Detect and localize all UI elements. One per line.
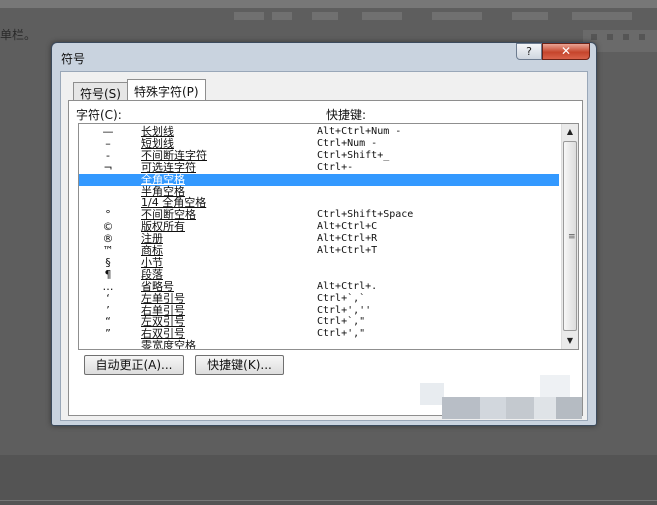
character-shortcut: Ctrl+',"	[317, 328, 366, 340]
background-status-area	[0, 455, 657, 505]
character-glyph: ‘	[106, 291, 110, 305]
tab-symbols[interactable]: 符号(S)	[73, 82, 128, 101]
character-name: 全角空格	[141, 172, 185, 186]
tab-special-characters[interactable]: 特殊字符(P)	[127, 79, 206, 101]
character-glyph: ‑	[106, 148, 110, 162]
list-item[interactable]: ¬ 可选连字符 Ctrl+-	[79, 160, 559, 174]
special-characters-panel: 字符(C): 快捷键: — 长划线 Alt+Ctrl+Num - – 短划线 Ctrl+N…	[68, 100, 583, 416]
scroll-down-arrow-icon[interactable]: ▼	[562, 333, 578, 349]
character-shortcut: Alt+Ctrl+T	[317, 245, 378, 256]
character-glyph: ¬	[103, 160, 113, 174]
shortcut-column-label: 快捷键:	[326, 108, 367, 122]
list-item[interactable]: ¶ 段落	[79, 267, 559, 281]
character-shortcut: Alt+Ctrl+.	[317, 280, 378, 292]
character-name: 左单引号	[141, 291, 185, 305]
shortcut-key-button[interactable]: 快捷键(K)...	[195, 355, 284, 375]
character-shortcut: Ctrl+Shift+Space	[317, 209, 414, 221]
character-shortcut: Ctrl+-	[317, 161, 354, 173]
character-shortcut: Ctrl+Num -	[317, 137, 378, 149]
list-item[interactable]: 零宽度空格	[79, 339, 559, 350]
character-glyph: …	[102, 279, 114, 293]
character-shortcut: Ctrl+`,"	[317, 316, 366, 328]
symbol-dialog: 符号 ? ✕ 符号(S) 特殊字符(P) 字符(C): 快捷键: — 长划线 Alt…	[51, 42, 597, 426]
character-shortcut: Alt+Ctrl+Num -	[317, 126, 402, 137]
pixelated-watermark	[420, 375, 590, 423]
character-shortcut: Ctrl+Shift+_	[317, 149, 390, 161]
character-shortcut: Alt+Ctrl+R	[317, 233, 378, 245]
background-document-text: 单栏。	[0, 28, 37, 42]
list-item[interactable]: ‑ 不间断连字符 Ctrl+Shift+_	[79, 148, 559, 162]
character-name: 不间断连字符	[141, 148, 207, 162]
character-shortcut: Alt+Ctrl+C	[317, 221, 378, 233]
character-name: 零宽度空格	[141, 339, 196, 350]
list-item[interactable]: ‘ 左单引号 Ctrl+`,`	[79, 291, 559, 305]
list-item[interactable]: 全角空格	[79, 172, 559, 186]
help-button[interactable]: ?	[516, 43, 542, 60]
autocorrect-button[interactable]: 自动更正(A)...	[84, 355, 184, 375]
close-button[interactable]: ✕	[542, 43, 590, 60]
character-name: 可选连字符	[141, 160, 196, 174]
character-glyph: ¶	[104, 267, 112, 281]
character-glyph: ”	[105, 327, 111, 341]
special-characters-list[interactable]: — 长划线 Alt+Ctrl+Num - – 短划线 Ctrl+Num - ‑ 不间断连字符 C…	[78, 123, 579, 350]
dialog-title: 符号	[61, 52, 86, 66]
background-window-top	[0, 0, 657, 8]
list-item[interactable]: … 省略号 Alt+Ctrl+.	[79, 279, 559, 293]
background-divider	[0, 500, 657, 501]
character-shortcut: Ctrl+`,`	[317, 292, 366, 304]
grip-icon: ≡	[568, 232, 576, 242]
vertical-scrollbar[interactable]: ▲ ≡ ▼	[561, 124, 578, 349]
character-name: 省略号	[141, 279, 174, 293]
scroll-up-arrow-icon[interactable]: ▲	[562, 124, 578, 140]
scrollbar-thumb[interactable]: ≡	[563, 141, 577, 331]
character-column-label: 字符(C):	[76, 108, 122, 122]
dialog-body: 符号(S) 特殊字符(P) 字符(C): 快捷键: — 长划线 Alt+Ctrl+N…	[60, 71, 588, 421]
character-name: 段落	[141, 267, 163, 281]
character-shortcut: Ctrl+',''	[317, 304, 372, 316]
